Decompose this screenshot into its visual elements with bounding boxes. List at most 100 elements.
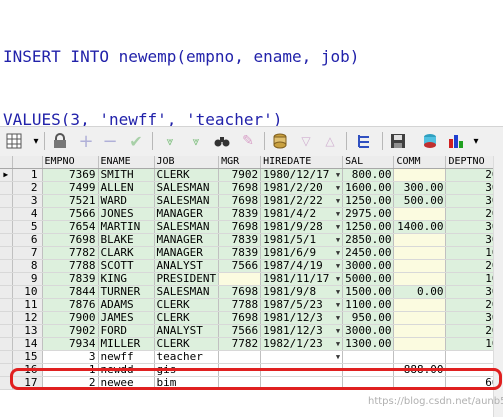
cell-comm[interactable] (393, 324, 447, 338)
cell-ename[interactable]: WARD (98, 194, 155, 208)
clear-icon[interactable]: ✎ (238, 131, 258, 151)
table-row[interactable]: 7 7782 CLARK MANAGER 7839 ▼ 1981/6/9 2450.00 10 (0, 246, 502, 260)
cell-empno[interactable]: 7902 (42, 324, 99, 338)
table-row[interactable]: 14 7934 MILLER CLERK 7782 ▼ 1982/1/23 1300.00 10 (0, 337, 502, 351)
cell-comm[interactable] (393, 272, 447, 286)
cell-sal[interactable]: 2450.00 (342, 246, 395, 260)
cell-empno[interactable]: 7654 (42, 220, 99, 234)
cell-sal[interactable]: 1100.00 (342, 298, 395, 312)
dropdown-arrow-icon[interactable]: ▼ (336, 195, 340, 207)
table-row[interactable]: 4 7566 JONES MANAGER 7839 ▼ 1981/4/2 2975.00 20 (0, 207, 502, 221)
table-row[interactable]: 15 3 newff teacher ▼ (0, 350, 502, 364)
cell-empno[interactable]: 7521 (42, 194, 99, 208)
cell-empno[interactable]: 3 (42, 350, 99, 364)
grid-icon[interactable] (4, 131, 24, 151)
cell-hiredate[interactable]: ▼ 1982/1/23 (260, 337, 344, 351)
cell-ename[interactable]: JONES (98, 207, 155, 221)
cell-empno[interactable]: 7876 (42, 298, 99, 312)
cell-hiredate[interactable]: ▼ 1981/12/3 (260, 324, 344, 338)
lock-icon[interactable] (50, 131, 70, 151)
cell-comm[interactable] (393, 246, 447, 260)
table-row[interactable]: 13 7902 FORD ANALYST 7566 ▼ 1981/12/3 3000.00 20 (0, 324, 502, 338)
cell-sal[interactable]: 1500.00 (342, 285, 395, 299)
cell-comm[interactable] (393, 168, 447, 182)
plus-icon[interactable]: + (76, 131, 96, 152)
column-header[interactable]: ENAME (98, 156, 155, 169)
cell-ename[interactable]: MARTIN (98, 220, 155, 234)
cell-hiredate[interactable]: ▼ (260, 350, 344, 364)
table-row[interactable]: 12 7900 JAMES CLERK 7698 ▼ 1981/12/3 950.00 30 (0, 311, 502, 325)
cell-mgr[interactable]: 7566 (218, 324, 262, 338)
cell-comm[interactable] (393, 259, 447, 273)
arrow-down-icon[interactable]: ▽ (296, 131, 316, 151)
tree-icon[interactable] (354, 131, 374, 151)
chart-icon[interactable] (446, 131, 466, 151)
column-header[interactable]: SAL (342, 156, 395, 169)
cell-comm[interactable] (393, 233, 447, 247)
cell-hiredate[interactable]: ▼ 1981/9/8 (260, 285, 344, 299)
cell-comm[interactable] (393, 207, 447, 221)
chevron-down-icon[interactable]: ▾ (466, 131, 486, 151)
table-row[interactable]: 10 7844 TURNER SALESMAN 7698 ▼ 1981/9/8 1500.00… (0, 285, 502, 299)
cell-empno[interactable]: 7698 (42, 233, 99, 247)
cell-hiredate[interactable]: ▼ 1987/4/19 (260, 259, 344, 273)
check-icon[interactable]: ✔ (126, 131, 146, 151)
cell-comm[interactable] (393, 311, 447, 325)
dropdown-arrow-icon[interactable]: ▼ (336, 325, 340, 337)
cell-mgr[interactable]: 7566 (218, 259, 262, 273)
cell-empno[interactable]: 7900 (42, 311, 99, 325)
cell-job[interactable]: SALESMAN (154, 194, 220, 208)
cell-ename[interactable]: JAMES (98, 311, 155, 325)
cell-job[interactable]: CLERK (154, 298, 220, 312)
save-icon[interactable] (388, 131, 408, 151)
cell-hiredate[interactable]: ▼ 1987/5/23 (260, 298, 344, 312)
dropdown-arrow-icon[interactable]: ▼ (336, 182, 340, 194)
table-row[interactable]: 6 7698 BLAKE MANAGER 7839 ▼ 1981/5/1 2850.00 30 (0, 233, 502, 247)
cell-job[interactable]: MANAGER (154, 233, 220, 247)
cell-ename[interactable]: KING (98, 272, 155, 286)
column-header[interactable]: JOB (154, 156, 220, 169)
cell-hiredate[interactable]: ▼ 1981/9/28 (260, 220, 344, 234)
cell-mgr[interactable]: 7902 (218, 168, 262, 182)
cell-ename[interactable]: ALLEN (98, 181, 155, 195)
cell-mgr[interactable]: 7782 (218, 337, 262, 351)
cell-hiredate[interactable]: ▼ 1980/12/17 (260, 168, 344, 182)
column-header[interactable]: COMM (393, 156, 447, 169)
arrow-up-icon[interactable]: △ (320, 131, 340, 151)
cell-sal[interactable]: 2850.00 (342, 233, 395, 247)
cell-ename[interactable]: TURNER (98, 285, 155, 299)
cell-hiredate[interactable]: ▼ 1981/4/2 (260, 207, 344, 221)
table-row[interactable]: 9 7839 KING PRESIDENT ▼ 1981/11/17 5000.00 10 (0, 272, 502, 286)
cell-comm[interactable]: 500.00 (393, 194, 447, 208)
cell-hiredate[interactable]: ▼ 1981/12/3 (260, 311, 344, 325)
cell-mgr[interactable]: 7839 (218, 233, 262, 247)
cell-mgr[interactable]: 7839 (218, 246, 262, 260)
cell-job[interactable]: ANALYST (154, 324, 220, 338)
cell-job[interactable]: SALESMAN (154, 220, 220, 234)
cell-comm[interactable] (393, 298, 447, 312)
dropdown-arrow-icon[interactable]: ▼ (336, 351, 340, 363)
export-icon[interactable] (420, 131, 440, 151)
cell-job[interactable]: ANALYST (154, 259, 220, 273)
table-row[interactable]: 3 7521 WARD SALESMAN 7698 ▼ 1981/2/22 1250.00 50… (0, 194, 502, 208)
cell-mgr[interactable]: 7788 (218, 298, 262, 312)
cell-empno[interactable]: 7839 (42, 272, 99, 286)
cell-sal[interactable]: 2975.00 (342, 207, 395, 221)
cell-hiredate[interactable]: ▼ 1981/11/17 (260, 272, 344, 286)
dropdown-arrow-icon[interactable]: ▼ (336, 234, 340, 246)
cell-empno[interactable]: 7369 (42, 168, 99, 182)
chevron-down-icon[interactable]: ▾ (26, 131, 46, 151)
cell-hiredate[interactable]: ▼ 1981/2/22 (260, 194, 344, 208)
cell-sal[interactable] (342, 350, 395, 364)
find-icon[interactable] (212, 131, 232, 151)
cell-mgr[interactable]: 7698 (218, 220, 262, 234)
cell-mgr[interactable]: 7698 (218, 194, 262, 208)
cell-hiredate[interactable]: ▼ 1981/6/9 (260, 246, 344, 260)
cell-sal[interactable]: 1300.00 (342, 337, 395, 351)
cell-empno[interactable]: 7782 (42, 246, 99, 260)
minus-icon[interactable]: − (100, 131, 120, 152)
cell-mgr[interactable]: 7839 (218, 207, 262, 221)
cell-empno[interactable]: 7499 (42, 181, 99, 195)
cell-sal[interactable]: 800.00 (342, 168, 395, 182)
cell-sal[interactable]: 1250.00 (342, 220, 395, 234)
